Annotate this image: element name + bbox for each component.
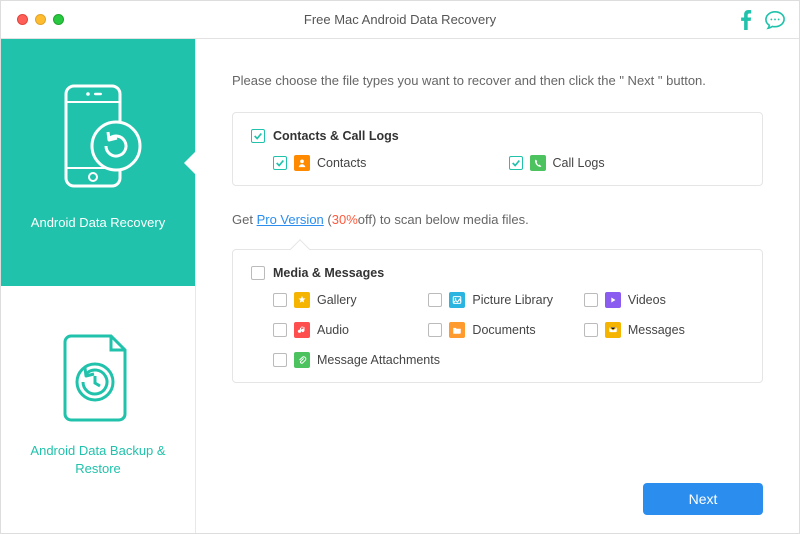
documents-icon: [449, 322, 465, 338]
sidebar: Android Data Recovery Android Data Backu…: [1, 39, 196, 533]
checkbox-picture-library[interactable]: [428, 293, 442, 307]
pro-version-notice: Get Pro Version (30%off) to scan below m…: [232, 212, 763, 227]
checkbox-documents[interactable]: [428, 323, 442, 337]
option-gallery[interactable]: Gallery: [273, 292, 428, 308]
sidebar-item-recovery[interactable]: Android Data Recovery: [1, 39, 195, 286]
option-message-attachments[interactable]: Message Attachments: [273, 352, 509, 368]
checkbox-audio[interactable]: [273, 323, 287, 337]
option-videos[interactable]: Videos: [584, 292, 739, 308]
audio-icon: [294, 322, 310, 338]
checkbox-videos[interactable]: [584, 293, 598, 307]
main-panel: Please choose the file types you want to…: [196, 39, 799, 533]
footer-actions: Next: [643, 483, 763, 515]
option-label: Messages: [628, 323, 685, 337]
group-title-label: Media & Messages: [273, 266, 384, 280]
checkbox-media-messages-all[interactable]: [251, 266, 265, 280]
option-label: Audio: [317, 323, 349, 337]
option-calllogs[interactable]: Call Logs: [509, 155, 745, 171]
attachment-icon: [294, 352, 310, 368]
option-documents[interactable]: Documents: [428, 322, 583, 338]
group-title-row[interactable]: Contacts & Call Logs: [251, 129, 744, 143]
checkbox-calllogs[interactable]: [509, 156, 523, 170]
titlebar: Free Mac Android Data Recovery: [1, 1, 799, 39]
option-picture-library[interactable]: Picture Library: [428, 292, 583, 308]
app-window: Free Mac Android Data Recovery: [0, 0, 800, 534]
phone-recover-icon: [48, 80, 148, 200]
close-window-button[interactable]: [17, 14, 28, 25]
checkbox-gallery[interactable]: [273, 293, 287, 307]
pro-version-link[interactable]: Pro Version: [257, 212, 324, 227]
group-contacts-calllogs: Contacts & Call Logs Contacts: [232, 112, 763, 186]
messages-icon: [605, 322, 621, 338]
checkbox-message-attachments[interactable]: [273, 353, 287, 367]
content-area: Android Data Recovery Android Data Backu…: [1, 39, 799, 533]
option-label: Videos: [628, 293, 666, 307]
group-title-row[interactable]: Media & Messages: [251, 266, 744, 280]
facebook-icon[interactable]: [739, 10, 753, 30]
checkbox-contacts[interactable]: [273, 156, 287, 170]
titlebar-actions: [739, 10, 785, 30]
options-contacts-calllogs: Contacts Call Logs: [273, 155, 744, 171]
option-label: Picture Library: [472, 293, 553, 307]
videos-icon: [605, 292, 621, 308]
next-button[interactable]: Next: [643, 483, 763, 515]
group-pointer-decor: [290, 239, 310, 259]
group-title-label: Contacts & Call Logs: [273, 129, 399, 143]
option-label: Gallery: [317, 293, 357, 307]
option-label: Message Attachments: [317, 353, 440, 367]
feedback-icon[interactable]: [765, 10, 785, 30]
window-title: Free Mac Android Data Recovery: [1, 12, 799, 27]
checkbox-messages[interactable]: [584, 323, 598, 337]
sidebar-item-backup[interactable]: Android Data Backup & Restore: [1, 286, 195, 533]
instruction-text: Please choose the file types you want to…: [232, 73, 763, 88]
picture-icon: [449, 292, 465, 308]
option-label: Call Logs: [553, 156, 605, 170]
option-audio[interactable]: Audio: [273, 322, 428, 338]
gallery-icon: [294, 292, 310, 308]
contacts-icon: [294, 155, 310, 171]
option-messages[interactable]: Messages: [584, 322, 739, 338]
file-backup-icon: [53, 328, 143, 428]
checkbox-contacts-calllogs-all[interactable]: [251, 129, 265, 143]
option-label: Contacts: [317, 156, 366, 170]
sidebar-item-label: Android Data Backup & Restore: [23, 442, 173, 477]
minimize-window-button[interactable]: [35, 14, 46, 25]
option-contacts[interactable]: Contacts: [273, 155, 509, 171]
sidebar-item-label: Android Data Recovery: [31, 214, 165, 232]
zoom-window-button[interactable]: [53, 14, 64, 25]
options-media-messages: Gallery Picture Library: [273, 292, 744, 368]
option-label: Documents: [472, 323, 535, 337]
window-controls: [17, 14, 64, 25]
pro-discount: 30%: [332, 212, 358, 227]
calllogs-icon: [530, 155, 546, 171]
group-media-messages: Media & Messages Gallery: [232, 249, 763, 383]
